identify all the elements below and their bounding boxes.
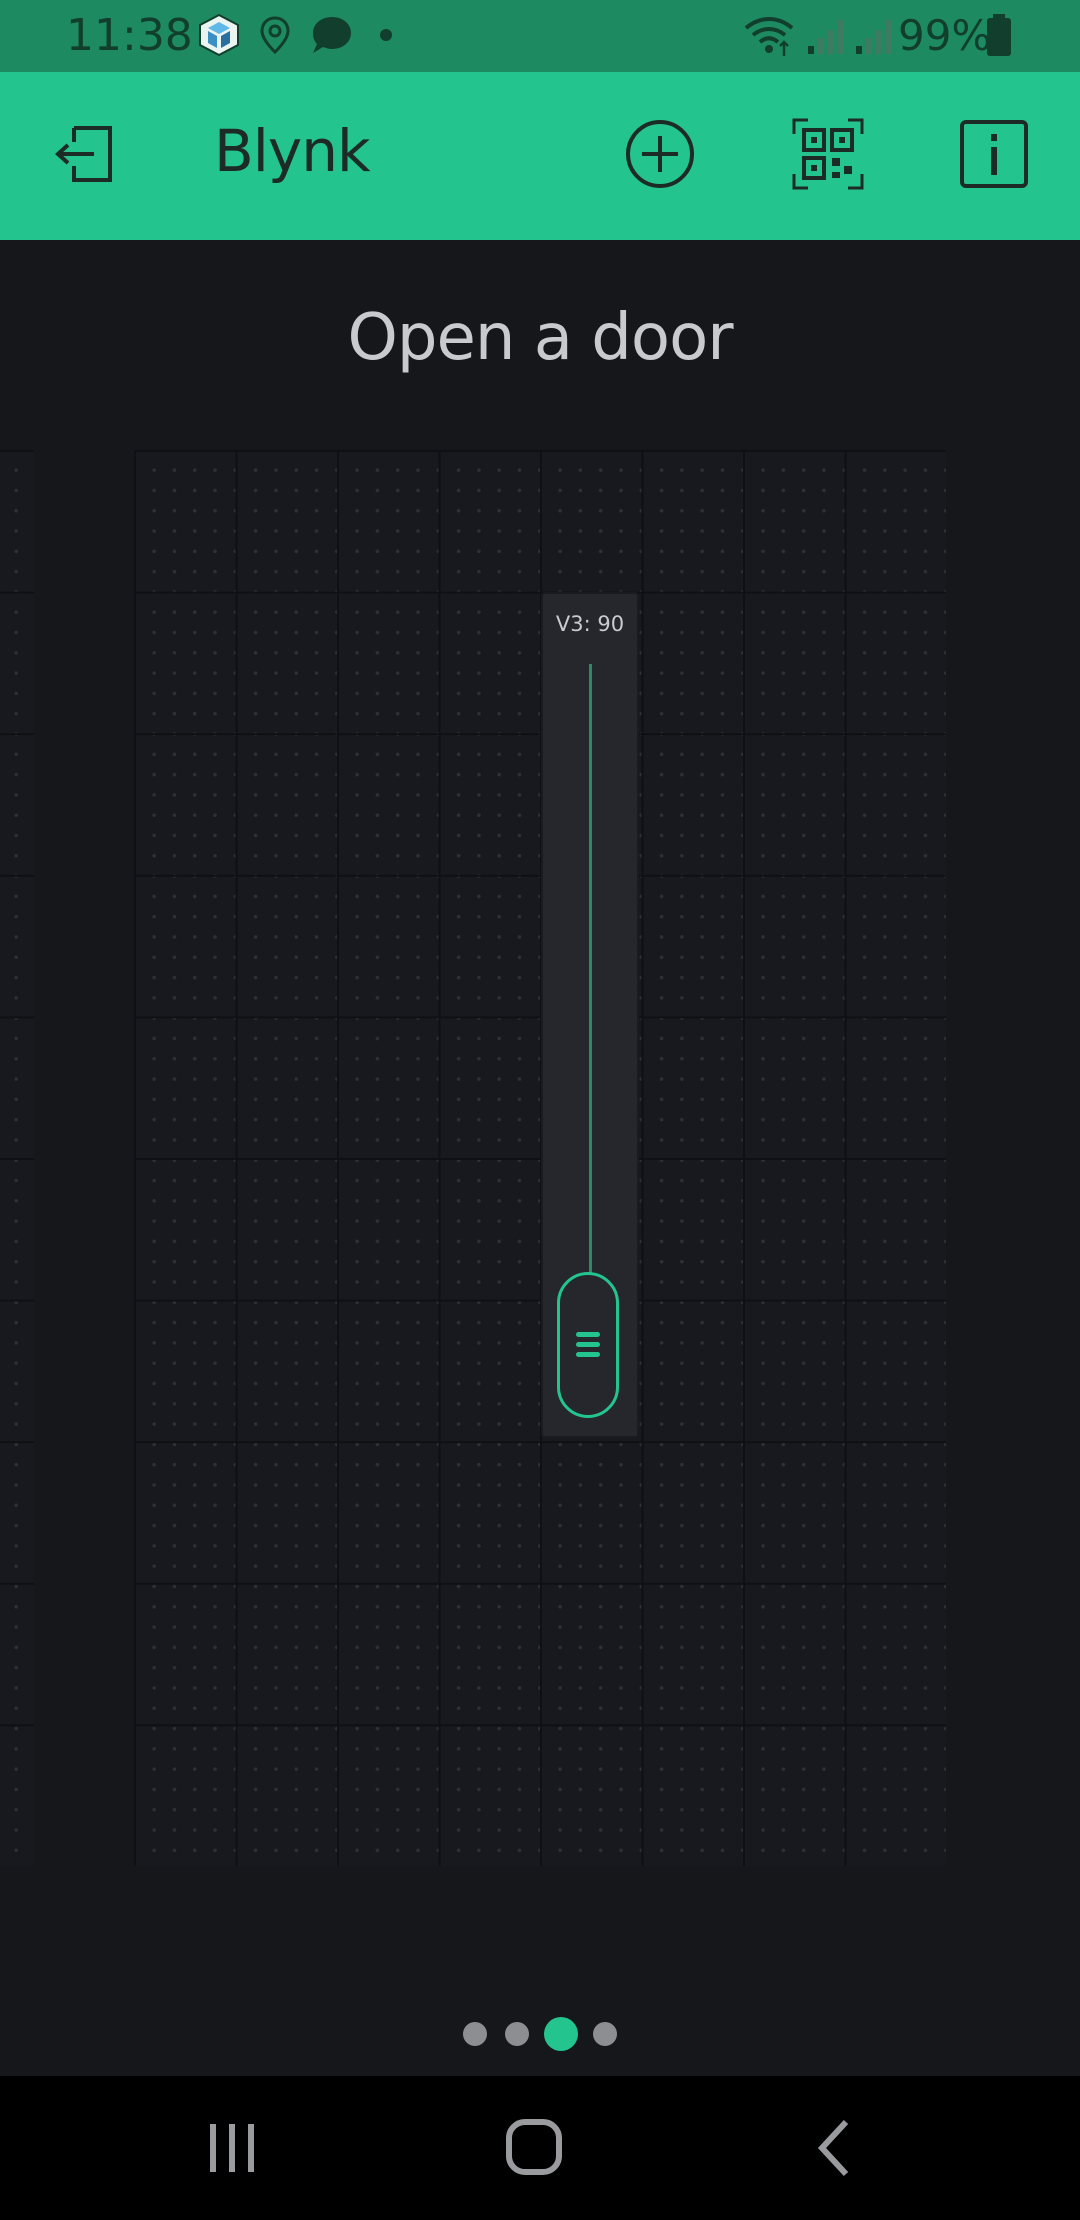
add-circle-icon[interactable] xyxy=(620,114,700,194)
signal-icon xyxy=(808,20,844,54)
chat-bubble-icon xyxy=(313,17,351,53)
dashboard-grid[interactable] xyxy=(134,450,946,1866)
slider-thumb[interactable] xyxy=(557,1272,619,1418)
page-indicator xyxy=(0,2014,1080,2054)
location-icon xyxy=(260,16,290,55)
previous-page-grid-edge xyxy=(0,450,34,1866)
page-dot-3-active[interactable] xyxy=(544,2017,578,2051)
dot-icon xyxy=(380,29,392,41)
back-icon[interactable] xyxy=(796,2116,876,2180)
battery-icon xyxy=(987,14,1011,56)
slider-track[interactable] xyxy=(589,664,592,1280)
status-bar: 11:38 99% xyxy=(0,0,1080,72)
app-title: Blynk xyxy=(214,117,371,185)
vertical-slider-widget[interactable]: V3: 90 xyxy=(541,592,639,1438)
cube-app-icon xyxy=(199,13,239,57)
page-dot-4[interactable] xyxy=(593,2022,617,2046)
app-bar: Blynk xyxy=(0,72,1080,240)
logout-icon[interactable] xyxy=(44,114,124,194)
wifi-icon xyxy=(744,17,794,56)
page-dot-1[interactable] xyxy=(463,2022,487,2046)
qr-code-icon[interactable] xyxy=(788,114,868,194)
recent-apps-icon[interactable] xyxy=(192,2116,272,2180)
system-nav-bar xyxy=(0,2076,1080,2220)
info-icon[interactable] xyxy=(954,114,1034,194)
home-icon[interactable] xyxy=(494,2116,574,2180)
page-dot-2[interactable] xyxy=(505,2022,529,2046)
grip-icon xyxy=(576,1332,600,1357)
tab-title: Open a door xyxy=(347,301,733,375)
slider-label: V3: 90 xyxy=(555,612,625,636)
signal-icon xyxy=(856,20,892,54)
status-time: 11:38 xyxy=(66,10,193,61)
battery-percent: 99% xyxy=(898,11,992,60)
